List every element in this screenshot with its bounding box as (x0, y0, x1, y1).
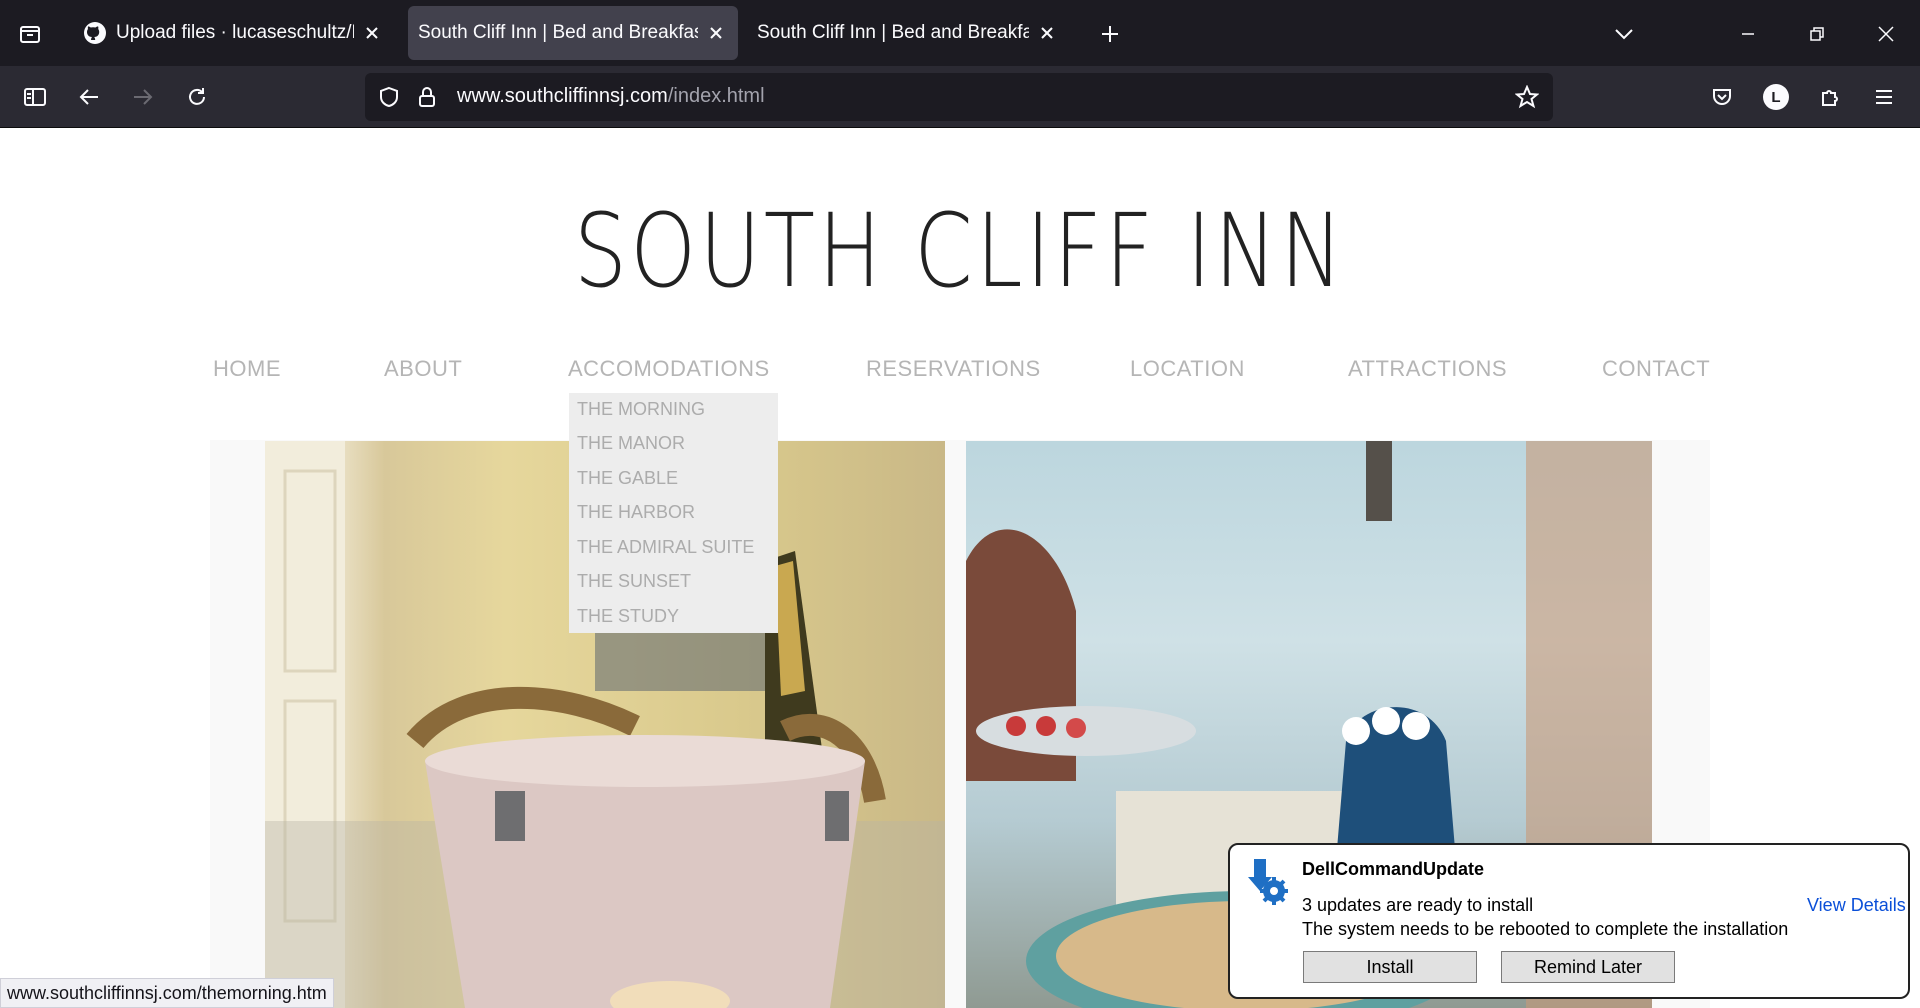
tab-title: Upload files · lucaseschultz/HTML (116, 22, 354, 43)
dell-update-notification: DellCommandUpdate 3 updates are ready to… (1228, 843, 1910, 999)
dropdown-item-the-study[interactable]: THE STUDY (577, 606, 679, 627)
menu-location[interactable]: LOCATION (1130, 356, 1245, 382)
dell-update-app-icon (1240, 855, 1292, 907)
close-tab-icon[interactable] (1035, 21, 1059, 45)
tab-upload-files[interactable]: Upload files · lucaseschultz/HTML (72, 6, 394, 60)
bookmark-star-icon[interactable] (1515, 85, 1539, 109)
menu-about[interactable]: ABOUT (384, 356, 462, 382)
sidebar-icon[interactable] (17, 79, 53, 115)
tab-title: South Cliff Inn | Bed and Breakfast | (757, 22, 1029, 43)
menu-home[interactable]: HOME (213, 356, 281, 382)
dropdown-item-the-morning[interactable]: THE MORNING (577, 399, 705, 420)
lock-icon[interactable] (415, 85, 439, 109)
list-tabs-chevron-icon[interactable] (1608, 18, 1640, 50)
hamburger-menu-icon[interactable] (1866, 79, 1902, 115)
tab-bar: Upload files · lucaseschultz/HTML South … (0, 0, 1920, 66)
install-button[interactable]: Install (1303, 951, 1477, 983)
accomodations-dropdown: THE MORNING THE MANOR THE GABLE THE HARB… (569, 393, 778, 633)
menu-reservations[interactable]: RESERVATIONS (866, 356, 1041, 382)
dropdown-item-the-gable[interactable]: THE GABLE (577, 468, 678, 489)
tab-title: South Cliff Inn | Bed and Breakfast | (418, 22, 698, 43)
account-avatar[interactable]: L (1758, 79, 1794, 115)
remind-later-button[interactable]: Remind Later (1501, 951, 1675, 983)
back-arrow-icon[interactable] (71, 79, 107, 115)
dropdown-item-the-admiral-suite[interactable]: THE ADMIRAL SUITE (577, 537, 754, 558)
tab-south-cliff-inn[interactable]: South Cliff Inn | Bed and Breakfast | (747, 6, 1069, 60)
site-title: SOUTH CLIFF INN (573, 192, 1347, 311)
close-tab-icon[interactable] (360, 21, 384, 45)
forward-arrow-icon[interactable] (125, 79, 161, 115)
dropdown-item-the-manor[interactable]: THE MANOR (577, 433, 685, 454)
menu-accomodations[interactable]: ACCOMODATIONS (568, 356, 770, 382)
firefox-view-icon[interactable] (14, 18, 46, 50)
github-icon (82, 20, 108, 46)
close-tab-icon[interactable] (704, 21, 728, 45)
address-bar[interactable]: www.southcliffinnsj.com/index.html (365, 73, 1553, 121)
menu-contact[interactable]: CONTACT (1602, 356, 1710, 382)
avatar-initial: L (1763, 84, 1789, 110)
view-details-link[interactable]: View Details (1807, 895, 1906, 916)
new-tab-icon[interactable] (1094, 18, 1126, 50)
navigation-toolbar: www.southcliffinnsj.com/index.html L (0, 66, 1920, 128)
reload-icon[interactable] (179, 79, 215, 115)
close-window-icon[interactable] (1870, 18, 1902, 50)
dropdown-item-the-sunset[interactable]: THE SUNSET (577, 571, 691, 592)
minimize-icon[interactable] (1732, 18, 1764, 50)
notification-app-name: DellCommandUpdate (1302, 859, 1485, 879)
url-domain: www.southcliffinnsj.com (457, 85, 668, 107)
notification-detail: The system needs to be rebooted to compl… (1302, 919, 1789, 939)
restore-icon[interactable] (1801, 18, 1833, 50)
url-path: /index.html (667, 85, 765, 107)
tracking-protection-shield-icon[interactable] (377, 85, 401, 109)
pocket-icon[interactable] (1704, 79, 1740, 115)
url-text[interactable]: www.southcliffinnsj.com/index.html (457, 85, 765, 108)
dropdown-item-the-harbor[interactable]: THE HARBOR (577, 502, 695, 523)
notification-message: 3 updates are ready to install (1302, 895, 1534, 915)
tab-south-cliff-inn-active[interactable]: South Cliff Inn | Bed and Breakfast | (408, 6, 738, 60)
menu-attractions[interactable]: ATTRACTIONS (1348, 356, 1507, 382)
status-link-preview: www.southcliffinnsj.com/themorning.htm (0, 978, 334, 1008)
extensions-puzzle-icon[interactable] (1812, 79, 1848, 115)
